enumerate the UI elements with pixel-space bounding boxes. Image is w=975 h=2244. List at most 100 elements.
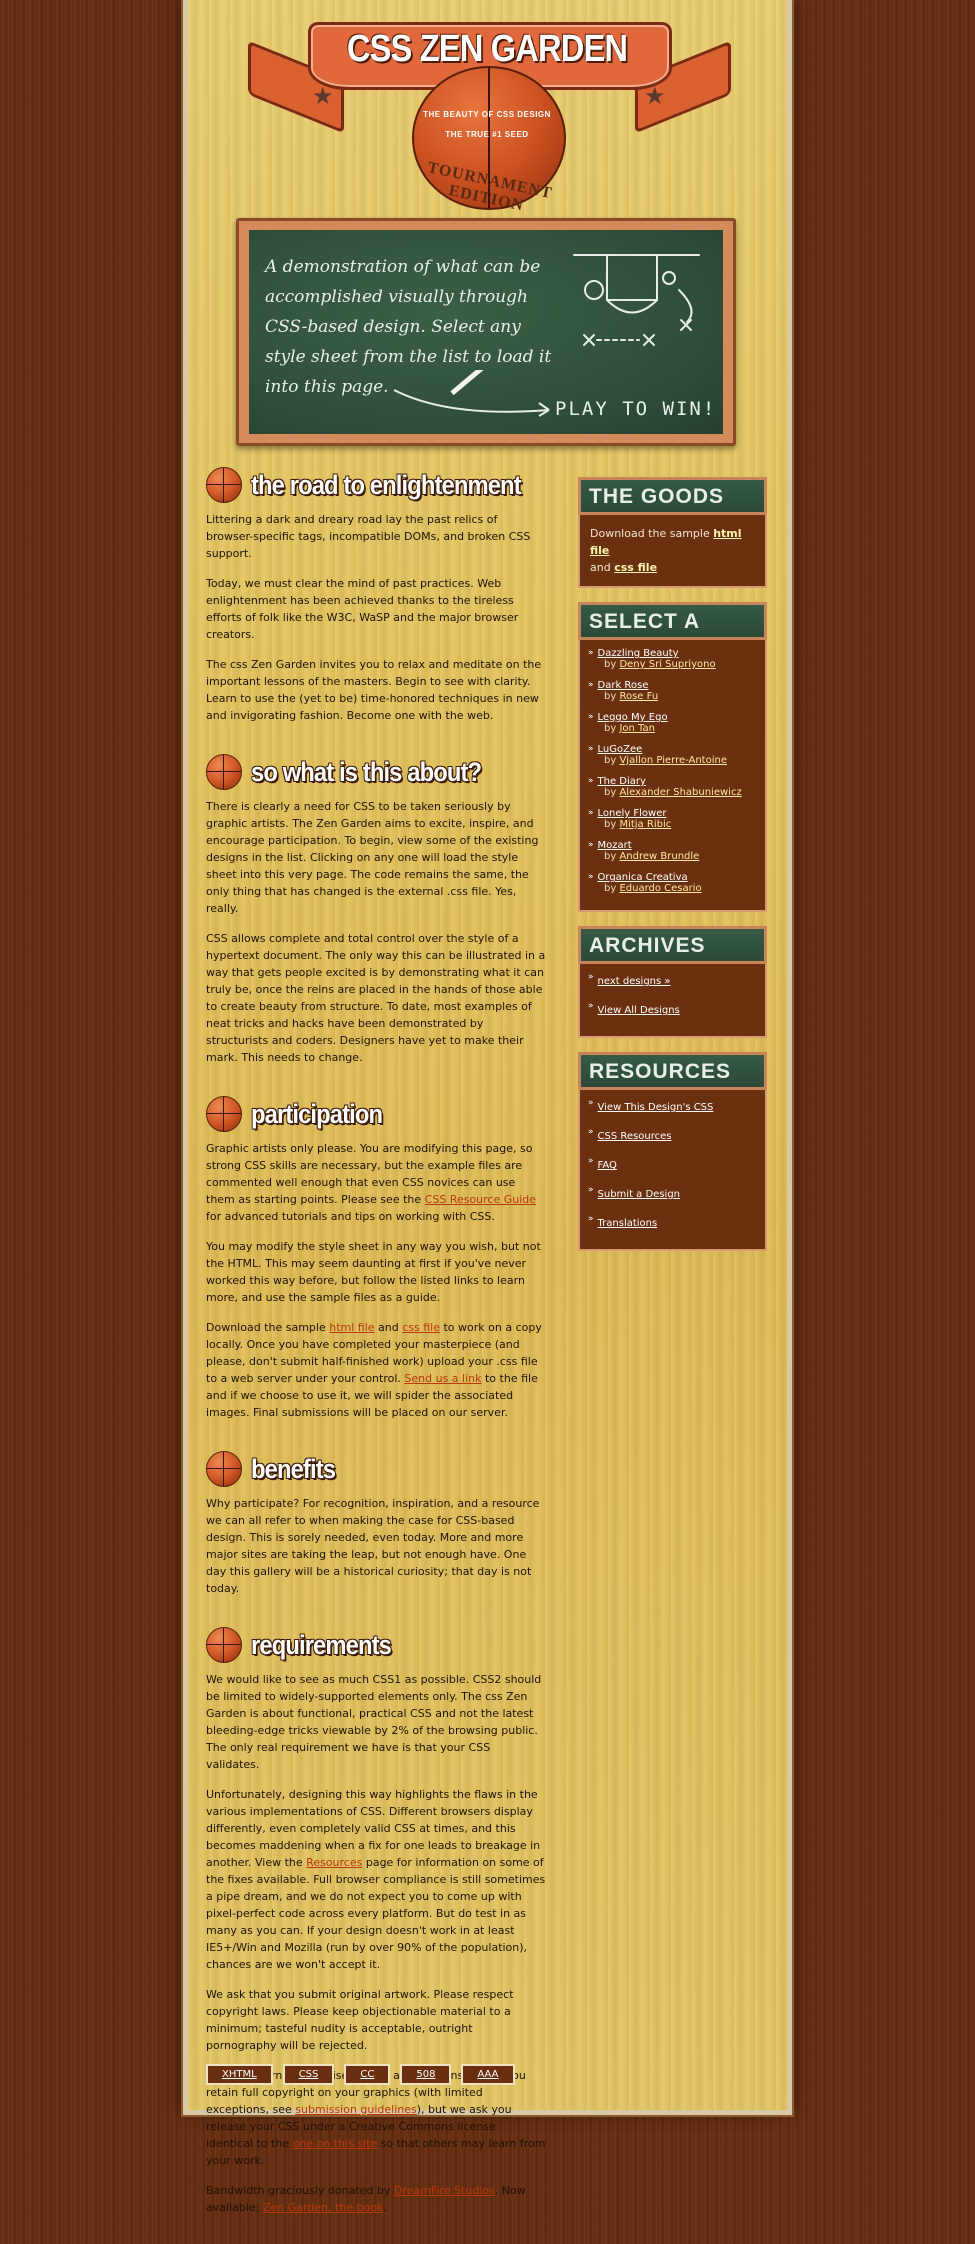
basketball-icon	[206, 754, 242, 790]
double-chevron-icon: »	[588, 776, 594, 786]
text: for advanced tutorials and tips on worki…	[206, 1210, 495, 1223]
footer-508-link[interactable]: 508	[400, 2064, 452, 2085]
play-diagram-icon	[573, 254, 700, 346]
resources-list: » View This Design's CSS » CSS Resources »…	[578, 1090, 767, 1251]
design-author: by Andrew Brundle	[588, 851, 757, 862]
html-file-link[interactable]: html file	[329, 1321, 374, 1334]
section-benefits: benefits Why participate? For recognitio…	[206, 1449, 546, 1597]
design-author: by Jon Tan	[588, 723, 757, 734]
text: Download the sample	[206, 1321, 330, 1334]
goods-body: Download the sample html file and css fi…	[578, 515, 767, 588]
goods-box: THE GOODS Download the sample html file …	[578, 477, 767, 588]
author-link[interactable]: Mitja Ribic	[619, 819, 671, 830]
view-design-css-link[interactable]: View This Design's CSS	[598, 1102, 714, 1113]
next-designs-link[interactable]: next designs »	[598, 976, 671, 987]
section-title: benefits	[251, 1453, 336, 1484]
chalk-arrow-icon	[393, 370, 550, 417]
design-author: by Vjallon Pierre-Antoine	[588, 755, 757, 766]
by-label: by	[604, 755, 617, 766]
author-link[interactable]: Deny Sri Supriyono	[619, 659, 715, 670]
basketball-icon	[206, 1451, 242, 1487]
text: Download the sample	[590, 527, 714, 540]
tagline-1: THE BEAUTY OF CSS DESIGN	[423, 110, 551, 119]
section-heading: participation	[206, 1094, 546, 1134]
author-link[interactable]: Alexander Shabuniewicz	[619, 787, 741, 798]
text: Bandwidth graciously donated by	[206, 2184, 394, 2197]
section-heading: the road to enlightenment	[206, 465, 546, 505]
submit-design-link[interactable]: Submit a Design	[598, 1189, 681, 1200]
double-chevron-icon: »	[588, 1185, 594, 1195]
archives-box: ARCHIVES » next designs » » View All Desig…	[578, 926, 767, 1038]
css-resources-link[interactable]: CSS Resources	[598, 1131, 672, 1142]
section-about: so what is this about? There is clearly …	[206, 752, 546, 1066]
design-item: » The Diary by Alexander Shabuniewicz	[588, 776, 757, 798]
resources-link[interactable]: Resources	[306, 1856, 362, 1869]
resources-box: RESOURCES » View This Design's CSS » CSS R…	[578, 1052, 767, 1251]
faq-link[interactable]: FAQ	[598, 1160, 617, 1171]
author-link[interactable]: Andrew Brundle	[619, 851, 699, 862]
text: and	[374, 1321, 403, 1334]
design-item: » Dark Rose by Rose Fu	[588, 680, 757, 702]
by-label: by	[604, 851, 617, 862]
section-title: participation	[251, 1098, 383, 1129]
double-chevron-icon: »	[588, 840, 594, 850]
author-link[interactable]: Rose Fu	[619, 691, 658, 702]
paragraph: We would like to see as much CSS1 as pos…	[206, 1673, 542, 1771]
double-chevron-icon: »	[588, 1156, 594, 1166]
design-name-link[interactable]: Leggo My Ego	[598, 712, 668, 723]
goods-css-file-link[interactable]: css file	[614, 561, 657, 574]
design-item: » Dazzling Beauty by Deny Sri Supriyono	[588, 648, 757, 670]
footer-cc-link[interactable]: CC	[344, 2064, 391, 2085]
design-item: » Leggo My Ego by Jon Tan	[588, 712, 757, 734]
book-link[interactable]: Zen Garden, the book	[263, 2201, 383, 2214]
by-label: by	[604, 883, 617, 894]
design-name-link[interactable]: LuGoZee	[598, 744, 643, 755]
double-chevron-icon: »	[588, 680, 594, 690]
send-link-link[interactable]: Send us a link	[404, 1372, 481, 1385]
design-author: by Mitja Ribic	[588, 819, 757, 830]
by-label: by	[604, 787, 617, 798]
goods-heading: THE GOODS	[578, 477, 767, 515]
star-icon: ★	[644, 82, 666, 110]
paragraph: Download the sample html file and css fi…	[206, 1319, 546, 1421]
footer: XHTML CSS CC 508 AAA	[206, 2064, 515, 2085]
resources-heading: RESOURCES	[578, 1052, 767, 1090]
author-link[interactable]: Jon Tan	[619, 723, 655, 734]
css-resource-guide-link[interactable]: CSS Resource Guide	[425, 1193, 536, 1206]
main-content: the road to enlightenment Littering a da…	[206, 465, 546, 2244]
by-label: by	[604, 819, 617, 830]
double-chevron-icon: »	[588, 972, 594, 982]
basketball-icon	[206, 467, 242, 503]
author-link[interactable]: Eduardo Cesario	[619, 883, 701, 894]
author-link[interactable]: Vjallon Pierre-Antoine	[619, 755, 727, 766]
footer-xhtml-link[interactable]: XHTML	[206, 2064, 273, 2085]
footer-css-link[interactable]: CSS	[282, 2064, 335, 2085]
design-item: » Lonely Flower by Mitja Ribic	[588, 808, 757, 830]
design-name-link[interactable]: Lonely Flower	[598, 808, 667, 819]
paragraph: Why participate? For recognition, inspir…	[206, 1497, 540, 1595]
footer-aaa-link[interactable]: AAA	[461, 2064, 515, 2085]
dreamfire-link[interactable]: DreamFire Studios	[394, 2184, 495, 2197]
paragraph: You may modify the style sheet in any wa…	[206, 1240, 541, 1304]
design-name-link[interactable]: Dark Rose	[598, 680, 649, 691]
section-title: so what is this about?	[251, 756, 482, 787]
archives-heading: ARCHIVES	[578, 926, 767, 964]
design-name-link[interactable]: Dazzling Beauty	[598, 648, 679, 659]
paragraph: CSS allows complete and total control ov…	[206, 932, 546, 1064]
design-name-link[interactable]: Organica Creativa	[598, 872, 688, 883]
double-chevron-icon: »	[588, 808, 594, 818]
star-icon: ★	[312, 82, 334, 110]
paragraph: Bandwidth graciously donated by DreamFir…	[206, 2182, 546, 2216]
design-name-link[interactable]: Mozart	[598, 840, 632, 851]
design-item: » Mozart by Andrew Brundle	[588, 840, 757, 862]
play-to-win-label: PLAY TO WIN!	[555, 398, 717, 420]
translations-link[interactable]: Translations	[598, 1218, 658, 1229]
chalkboard: A demonstration of what can be accomplis…	[249, 230, 723, 434]
design-name-link[interactable]: The Diary	[598, 776, 646, 787]
css-file-link[interactable]: css file	[402, 1321, 440, 1334]
paragraph: We ask that you submit original artwork.…	[206, 1988, 514, 2052]
sidebar: THE GOODS Download the sample html file …	[578, 477, 767, 1265]
license-link[interactable]: one on this site	[293, 2137, 378, 2150]
design-item: » LuGoZee by Vjallon Pierre-Antoine	[588, 744, 757, 766]
view-all-designs-link[interactable]: View All Designs	[598, 1005, 680, 1016]
